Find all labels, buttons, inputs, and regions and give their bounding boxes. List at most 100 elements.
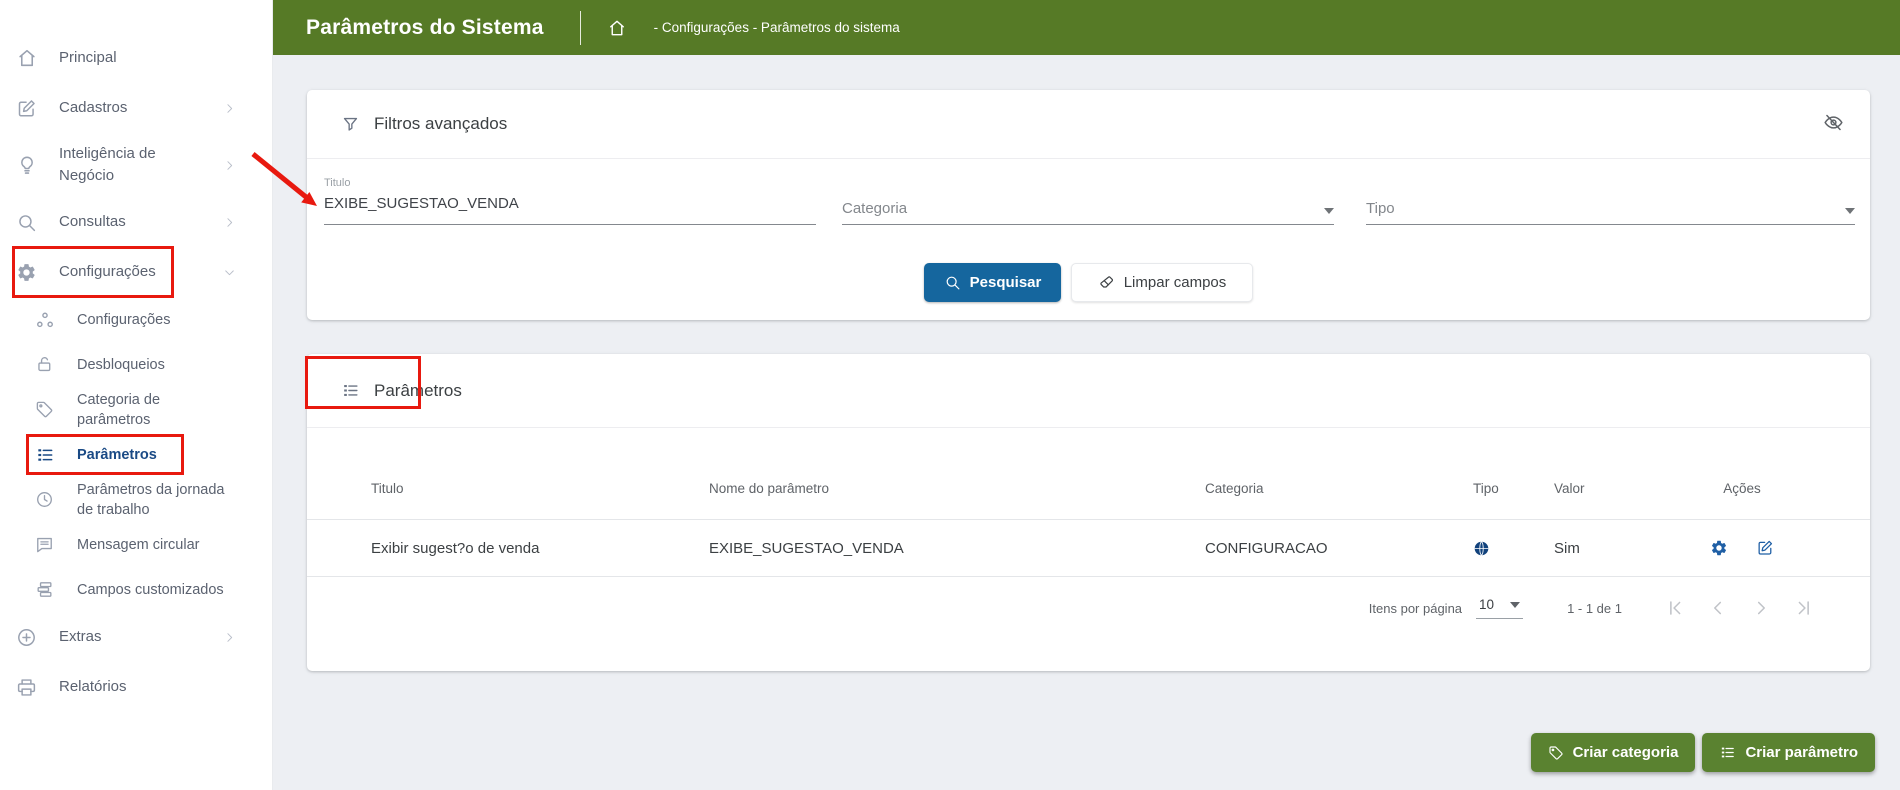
parameters-title: Parâmetros — [374, 381, 462, 401]
create-category-button[interactable]: Criar categoria — [1531, 733, 1696, 772]
home-icon — [16, 47, 40, 69]
titulo-input[interactable] — [324, 195, 816, 212]
message-icon — [35, 535, 57, 554]
table-row: Exibir sugest?o de venda EXIBE_SUGESTAO_… — [307, 520, 1870, 577]
sidebar-item-label: Cadastros — [59, 97, 127, 119]
filters-buttons: Pesquisar Limpar campos — [924, 263, 1253, 302]
sidebar-item-label: Mensagem circular — [77, 535, 200, 555]
chevron-right-icon — [223, 102, 236, 115]
sidebar-nav: Principal Cadastros Inteligência de Negó… — [0, 0, 272, 712]
items-per-page-select[interactable]: 10 — [1476, 597, 1523, 619]
page-title: Parâmetros do Sistema — [306, 16, 544, 40]
sidebar-item-label: Categoria de parâmetros — [77, 390, 237, 430]
toggle-visibility-button[interactable] — [1823, 112, 1844, 133]
clock-icon — [35, 490, 57, 509]
sidebar-item-categoria-parametros[interactable]: Categoria de parâmetros — [0, 387, 272, 432]
sidebar-item-inteligencia[interactable]: Inteligência de Negócio — [0, 133, 272, 197]
next-page-button[interactable] — [1750, 597, 1772, 619]
globe-icon — [1473, 540, 1554, 557]
column-header-categoria: Categoria — [1205, 481, 1473, 496]
sidebar-item-label: Inteligência de Negócio — [59, 143, 211, 187]
sidebar-item-relatorios[interactable]: Relatórios — [0, 662, 272, 712]
tipo-placeholder: Tipo — [1366, 200, 1395, 217]
create-parameter-button[interactable]: Criar parâmetro — [1702, 733, 1875, 772]
filter-funnel-icon — [341, 115, 360, 134]
sidebar-item-label: Parâmetros — [77, 445, 157, 465]
sidebar-item-parametros[interactable]: Parâmetros — [0, 432, 272, 477]
previous-page-button[interactable] — [1707, 597, 1729, 619]
main-content: Filtros avançados Titulo Categoria Tipo … — [273, 55, 1900, 790]
search-button-label: Pesquisar — [970, 274, 1042, 291]
titulo-field-label: Titulo — [324, 177, 816, 189]
chevron-down-icon — [223, 266, 236, 279]
sidebar-item-parametros-jornada[interactable]: Parâmetros da jornada de trabalho — [0, 477, 272, 522]
sidebar-item-principal[interactable]: Principal — [0, 33, 272, 83]
sidebar-item-cadastros[interactable]: Cadastros — [0, 83, 272, 133]
gear-icon — [16, 262, 40, 283]
layers-icon — [35, 580, 57, 599]
sidebar-item-label: Parâmetros da jornada de trabalho — [77, 480, 237, 520]
first-page-button[interactable] — [1664, 597, 1686, 619]
parameters-card-header: Parâmetros — [307, 354, 1870, 428]
row-edit-button[interactable] — [1756, 539, 1774, 557]
pagination-range: 1 - 1 de 1 — [1567, 601, 1622, 616]
clear-fields-button[interactable]: Limpar campos — [1071, 263, 1253, 302]
filters-title: Filtros avançados — [374, 114, 507, 134]
breadcrumb: - Configurações - Parâmetros do sistema — [654, 20, 900, 35]
parameters-card: Parâmetros Titulo Nome do parâmetro Cate… — [307, 354, 1870, 671]
dropdown-arrow-icon — [1510, 602, 1520, 608]
sidebar-item-consultas[interactable]: Consultas — [0, 197, 272, 247]
column-header-nome: Nome do parâmetro — [709, 481, 1205, 496]
chevron-right-icon — [223, 216, 236, 229]
sidebar-item-mensagem-circular[interactable]: Mensagem circular — [0, 522, 272, 567]
sidebar-item-label: Configurações — [77, 310, 171, 330]
sidebar-item-label: Relatórios — [59, 676, 127, 698]
footer-actions: Criar categoria Criar parâmetro — [1531, 733, 1875, 772]
list-icon — [341, 381, 360, 400]
sidebar-item-label: Extras — [59, 626, 102, 648]
filters-card-header: Filtros avançados — [307, 90, 1870, 159]
lightbulb-icon — [16, 154, 40, 176]
items-per-page-value: 10 — [1479, 597, 1494, 612]
sidebar-item-label: Consultas — [59, 211, 126, 233]
printer-icon — [16, 677, 40, 698]
workspaces-icon — [35, 310, 57, 330]
sidebar-item-label: Campos customizados — [77, 580, 224, 600]
search-icon — [16, 212, 40, 233]
dropdown-arrow-icon — [1324, 208, 1334, 214]
sidebar-item-desbloqueios[interactable]: Desbloqueios — [0, 342, 272, 387]
create-parameter-label: Criar parâmetro — [1745, 744, 1858, 761]
dropdown-arrow-icon — [1845, 208, 1855, 214]
edit-icon — [16, 98, 40, 119]
cell-nome: EXIBE_SUGESTAO_VENDA — [709, 540, 1205, 557]
top-header-bar: Parâmetros do Sistema - Configurações - … — [273, 0, 1900, 55]
filters-card: Filtros avançados Titulo Categoria Tipo … — [307, 90, 1870, 320]
column-header-valor: Valor — [1554, 481, 1667, 496]
home-breadcrumb-icon[interactable] — [607, 18, 627, 38]
tag-icon — [35, 400, 57, 419]
unlock-icon — [35, 355, 57, 374]
chevron-right-icon — [223, 159, 236, 172]
column-header-titulo: Titulo — [371, 481, 709, 496]
tipo-select[interactable]: Tipo — [1366, 177, 1855, 225]
cell-acoes — [1667, 539, 1817, 557]
sidebar-item-label: Desbloqueios — [77, 355, 165, 375]
categoria-select[interactable]: Categoria — [842, 177, 1334, 225]
items-per-page-label: Itens por página — [1369, 601, 1462, 616]
sidebar-item-campos-customizados[interactable]: Campos customizados — [0, 567, 272, 612]
search-button[interactable]: Pesquisar — [924, 263, 1061, 302]
column-header-tipo: Tipo — [1473, 481, 1554, 496]
cell-categoria: CONFIGURACAO — [1205, 540, 1473, 557]
chevron-right-icon — [223, 631, 236, 644]
clear-fields-button-label: Limpar campos — [1124, 274, 1227, 291]
column-header-acoes: Ações — [1667, 481, 1817, 496]
categoria-placeholder: Categoria — [842, 200, 907, 217]
create-category-label: Criar categoria — [1573, 744, 1679, 761]
sidebar-item-configuracoes[interactable]: Configurações — [0, 247, 272, 297]
cell-titulo: Exibir sugest?o de venda — [371, 540, 709, 557]
sidebar-item-sub-configuracoes[interactable]: Configurações — [0, 297, 272, 342]
last-page-button[interactable] — [1793, 597, 1815, 619]
sidebar-item-extras[interactable]: Extras — [0, 612, 272, 662]
row-settings-button[interactable] — [1710, 539, 1728, 557]
list-icon — [35, 445, 57, 465]
